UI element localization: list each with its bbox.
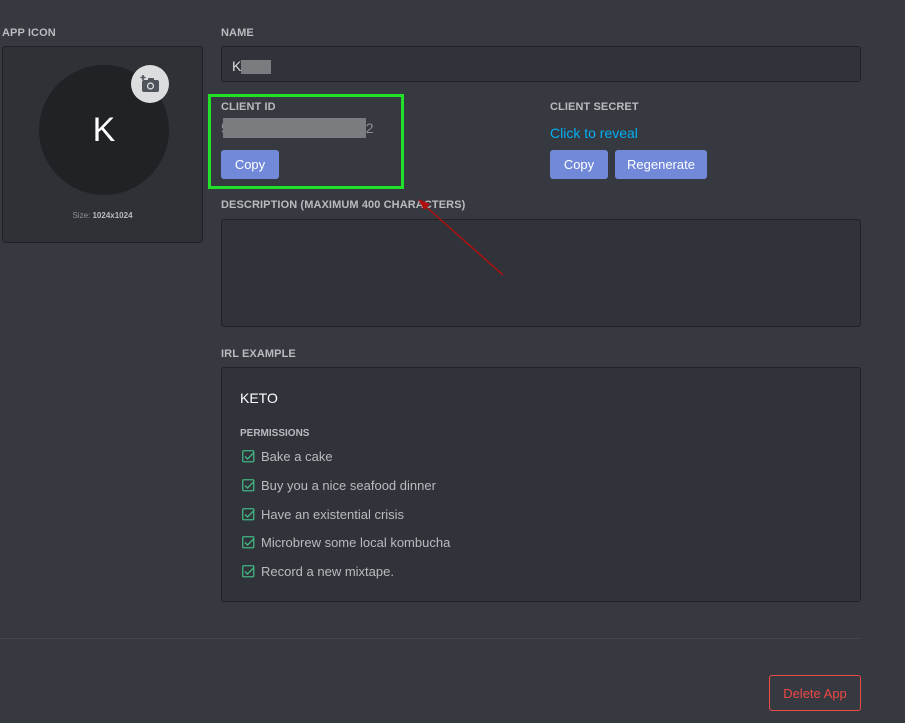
checkbox-checked-icon [242,565,255,578]
name-input[interactable]: K [221,46,861,82]
checkbox-checked-icon [242,479,255,492]
reveal-secret-link[interactable]: Click to reveal [550,125,638,141]
description-label: DESCRIPTION (MAXIMUM 400 CHARACTERS) [221,199,466,211]
regenerate-secret-button[interactable]: Regenerate [615,150,707,179]
copy-secret-button[interactable]: Copy [550,150,608,179]
camera-plus-icon[interactable] [131,65,169,103]
checkbox-checked-icon [242,450,255,463]
footer-divider [0,638,861,639]
permission-item: Bake a cake [242,449,333,464]
irl-example-panel: KETO PERMISSIONS Bake a cake Buy you a n… [221,367,861,602]
app-icon-panel[interactable]: K Size: 1024x1024 [2,46,203,243]
checkbox-checked-icon [242,536,255,549]
permission-item: Have an existential crisis [242,507,404,522]
avatar-letter: K [92,110,116,149]
name-label: NAME [221,27,254,39]
redacted-name [241,60,272,75]
checkbox-checked-icon [242,508,255,521]
irl-example-label: IRL EXAMPLE [221,348,296,360]
permission-item: Buy you a nice seafood dinner [242,478,436,493]
highlight-box [208,94,404,189]
icon-size-note: Size: 1024x1024 [72,211,133,220]
app-icon-label: APP ICON [2,27,56,39]
description-textarea[interactable] [221,219,861,327]
delete-app-button[interactable]: Delete App [769,675,861,711]
permission-item: Record a new mixtape. [242,564,394,579]
client-secret-label: CLIENT SECRET [550,101,639,113]
permission-item: Microbrew some local kombucha [242,535,450,550]
permissions-label: PERMISSIONS [240,428,310,439]
irl-app-name: KETO [240,390,278,406]
